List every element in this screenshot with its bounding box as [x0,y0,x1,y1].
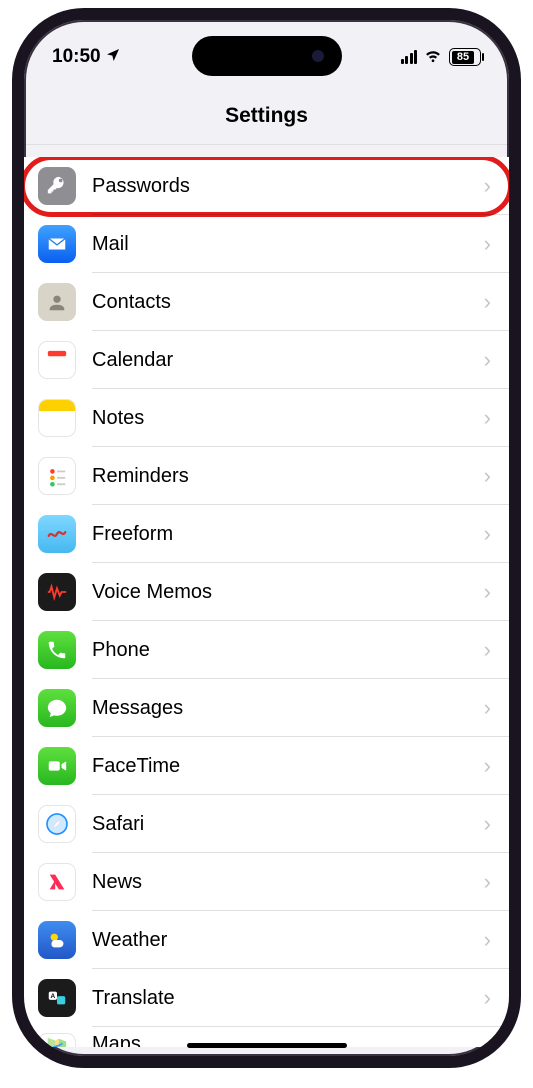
notes-icon [38,399,76,437]
row-label: Reminders [92,465,484,488]
chevron-right-icon: › [484,985,491,1011]
row-label: Messages [92,697,484,720]
chevron-right-icon: › [484,405,491,431]
chevron-right-icon: › [484,173,491,199]
home-indicator[interactable] [187,1043,347,1048]
cellular-icon [401,50,418,64]
chevron-right-icon: › [484,579,491,605]
location-arrow-icon [105,47,121,68]
chevron-right-icon: › [484,811,491,837]
settings-row-notes[interactable]: Notes › [24,389,509,447]
row-label: Phone [92,639,484,662]
chevron-right-icon: › [484,869,491,895]
settings-row-reminders[interactable]: Reminders › [24,447,509,505]
safari-icon [38,805,76,843]
chevron-right-icon: › [484,1033,491,1047]
row-label: Translate [92,987,484,1010]
chevron-right-icon: › [484,231,491,257]
chevron-right-icon: › [484,753,491,779]
page-title: Settings [24,76,509,145]
settings-row-mail[interactable]: Mail › [24,215,509,273]
mail-icon [38,225,76,263]
row-label: News [92,871,484,894]
status-time: 10:50 [52,46,101,68]
row-label: Notes [92,407,484,430]
calendar-icon [38,341,76,379]
row-label: FaceTime [92,755,484,778]
settings-row-passwords[interactable]: Passwords › [24,157,509,215]
settings-row-safari[interactable]: Safari › [24,795,509,853]
messages-icon [38,689,76,727]
wifi-icon [423,44,443,70]
row-label: Contacts [92,291,484,314]
settings-row-translate[interactable]: A Translate › [24,969,509,1027]
settings-row-phone[interactable]: Phone › [24,621,509,679]
settings-row-news[interactable]: News › [24,853,509,911]
chevron-right-icon: › [484,347,491,373]
settings-list: Passwords › Mail › Contacts › Calendar [24,157,509,1047]
row-label: Weather [92,929,484,952]
row-label: Calendar [92,349,484,372]
settings-row-contacts[interactable]: Contacts › [24,273,509,331]
svg-text:A: A [51,993,56,1000]
phone-icon [38,631,76,669]
freeform-icon [38,515,76,553]
news-icon [38,863,76,901]
settings-row-messages[interactable]: Messages › [24,679,509,737]
voice-memos-icon [38,573,76,611]
key-icon [38,167,76,205]
chevron-right-icon: › [484,637,491,663]
weather-icon [38,921,76,959]
dynamic-island [192,36,342,76]
settings-row-facetime[interactable]: FaceTime › [24,737,509,795]
phone-frame: 10:50 85 Settings Passwords › [12,8,521,1068]
row-label: Passwords [92,175,484,198]
row-label: Mail [92,233,484,256]
settings-row-calendar[interactable]: Calendar › [24,331,509,389]
facetime-icon [38,747,76,785]
settings-row-voice-memos[interactable]: Voice Memos › [24,563,509,621]
row-label: Voice Memos [92,581,484,604]
settings-row-freeform[interactable]: Freeform › [24,505,509,563]
row-label: Freeform [92,523,484,546]
settings-row-weather[interactable]: Weather › [24,911,509,969]
battery-indicator: 85 [449,48,481,66]
chevron-right-icon: › [484,695,491,721]
contacts-icon [38,283,76,321]
row-label: Safari [92,813,484,836]
maps-icon [38,1033,76,1047]
chevron-right-icon: › [484,289,491,315]
reminders-icon [38,457,76,495]
chevron-right-icon: › [484,927,491,953]
chevron-right-icon: › [484,463,491,489]
translate-icon: A [38,979,76,1017]
chevron-right-icon: › [484,521,491,547]
